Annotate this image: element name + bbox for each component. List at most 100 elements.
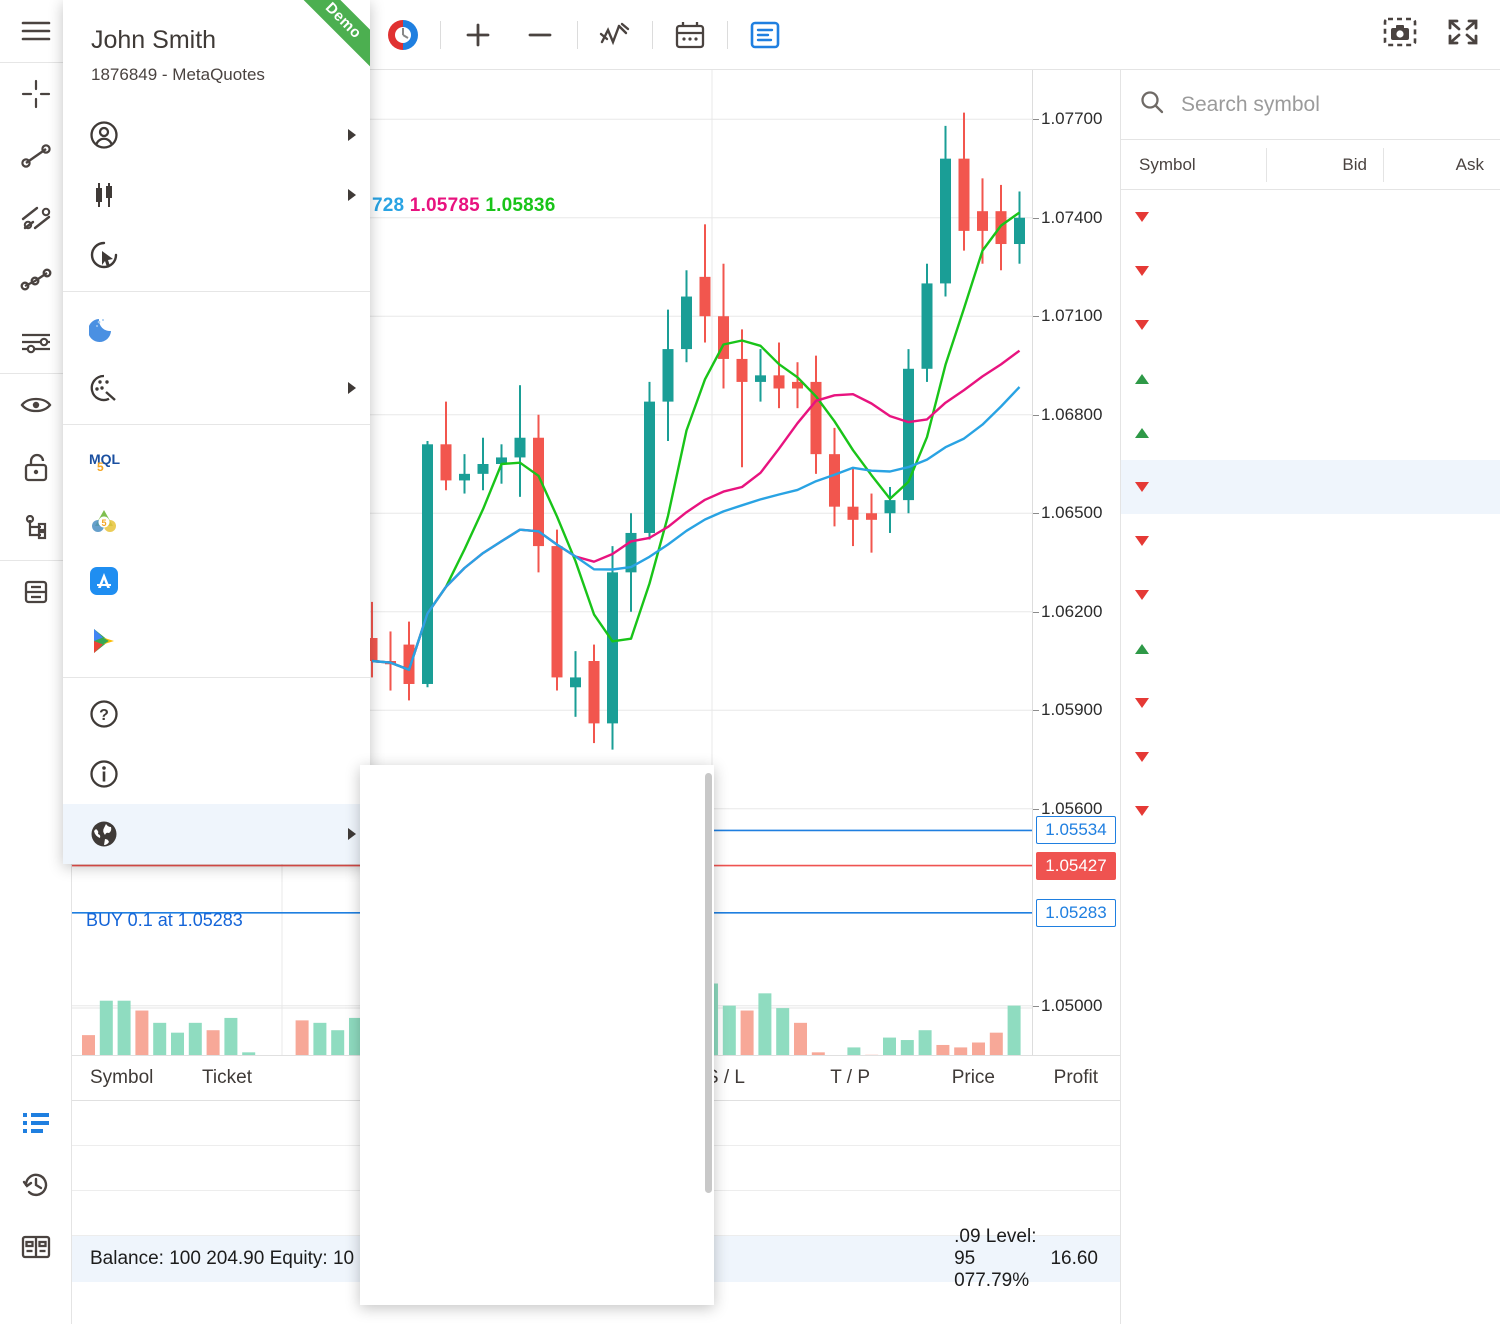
direction-dn-icon (1135, 212, 1149, 222)
language-scrollbar[interactable] (705, 773, 712, 1193)
price-axis[interactable]: 1.07700 1.07400 1.07100 1.06800 1.06500 1.062… (1032, 70, 1120, 1055)
language-option[interactable] (360, 1182, 714, 1242)
language-option[interactable] (360, 765, 714, 825)
price-label: 1.05000 (1041, 995, 1103, 1015)
history-clock-icon[interactable] (0, 1154, 72, 1216)
market-watch-row[interactable] (1121, 514, 1500, 568)
market-watch-row[interactable] (1121, 730, 1500, 784)
direction-dn-icon (1135, 752, 1149, 762)
price-label: 1.06200 (1041, 601, 1103, 621)
column-ask[interactable]: Ask (1383, 147, 1500, 182)
positions-list-icon[interactable] (0, 1092, 72, 1154)
language-option[interactable] (360, 1122, 714, 1182)
fullscreen-icon[interactable] (1446, 16, 1480, 53)
eye-icon[interactable] (0, 374, 72, 436)
menu-item-language[interactable] (63, 804, 370, 864)
market-watch-row[interactable] (1121, 460, 1500, 514)
language-option[interactable] (360, 1241, 714, 1301)
hamburger-menu-icon[interactable] (0, 0, 72, 62)
col-profit[interactable]: Profit (1005, 1067, 1120, 1089)
menu-item-dark-theme[interactable] (63, 298, 370, 358)
menu-item-iphone-ipad-appstore[interactable] (63, 551, 370, 611)
svg-text:5: 5 (97, 460, 104, 474)
zoom-in-icon[interactable] (447, 0, 509, 70)
moon-icon (89, 313, 135, 343)
symbol-cell (1121, 806, 1266, 816)
menu-item-android-google-play[interactable] (63, 611, 370, 671)
crosshair-icon[interactable] (0, 63, 72, 125)
column-bid[interactable]: Bid (1266, 147, 1383, 182)
market-watch-row[interactable] (1121, 244, 1500, 298)
indicators-icon[interactable] (584, 0, 646, 70)
lock-icon[interactable] (0, 436, 72, 498)
search-input[interactable] (1181, 92, 1486, 117)
menu-item-mql5-com[interactable]: MQL 5 (63, 431, 370, 491)
journal-book-icon[interactable] (0, 1216, 72, 1278)
market-watch-row[interactable] (1121, 676, 1500, 730)
price-tick (1033, 414, 1039, 416)
market-watch-row[interactable] (1121, 568, 1500, 622)
language-option[interactable] (360, 1063, 714, 1123)
language-option[interactable] (360, 825, 714, 885)
polyline-icon[interactable] (0, 249, 72, 311)
market-watch-row[interactable] (1121, 784, 1500, 838)
screenshot-icon[interactable] (1382, 16, 1418, 53)
appstore-icon (89, 566, 135, 596)
chevron-right-icon (348, 382, 356, 394)
language-option[interactable] (360, 884, 714, 944)
left-toolbar (0, 0, 72, 1324)
calendar-icon[interactable] (659, 0, 721, 70)
price-label: 1.06500 (1041, 503, 1103, 523)
ma-value-3: 1.05836 (485, 195, 556, 216)
language-option[interactable] (360, 944, 714, 1004)
market-watch-row[interactable] (1121, 352, 1500, 406)
new-order-icon[interactable] (372, 0, 434, 70)
column-symbol[interactable]: Symbol (1121, 155, 1266, 175)
menu-item-desktop-platform[interactable]: 5 (63, 491, 370, 551)
market-watch-row[interactable] (1121, 190, 1500, 244)
menu-item-chart-settings[interactable] (63, 165, 370, 225)
user-circle-icon (89, 120, 135, 150)
market-watch-row[interactable] (1121, 622, 1500, 676)
col-symbol[interactable]: Symbol (72, 1067, 192, 1089)
price-tick (1033, 710, 1039, 712)
price-badge-red[interactable]: 1.05427 (1036, 851, 1116, 880)
menu-item-shortcuts[interactable]: ? (63, 684, 370, 744)
col-price-current[interactable]: Price (880, 1067, 1005, 1089)
menu-item-one-click-trading[interactable] (63, 225, 370, 285)
direction-dn-icon (1135, 590, 1149, 600)
zoom-out-icon[interactable] (509, 0, 571, 70)
object-tree-icon[interactable] (0, 498, 72, 560)
language-option[interactable] (360, 1003, 714, 1063)
direction-dn-icon (1135, 266, 1149, 276)
menu-item-trading-accounts[interactable] (63, 105, 370, 165)
price-tick (1033, 513, 1039, 515)
market-watch-row[interactable] (1121, 298, 1500, 352)
language-submenu (360, 765, 714, 1305)
trendline-icon[interactable] (0, 125, 72, 187)
delete-objects-icon[interactable] (0, 561, 72, 623)
market-watch-row[interactable] (1121, 406, 1500, 460)
price-badge-blue[interactable]: 1.05534 (1036, 816, 1116, 845)
menu-item-color-templates[interactable] (63, 358, 370, 418)
svg-text:MQL: MQL (89, 451, 121, 467)
account-number: 1876849 - MetaQuotes (91, 65, 265, 84)
svg-text:?: ? (99, 707, 109, 724)
menu-account-header: Demo John Smith 1876849 - MetaQuotes (63, 0, 370, 105)
levels-icon[interactable] (0, 311, 72, 373)
price-tick (1033, 808, 1039, 810)
symbol-cell (1121, 644, 1266, 654)
symbol-cell (1121, 752, 1266, 762)
toolbar-divider-1 (440, 20, 441, 49)
menu-item-about-program[interactable] (63, 744, 370, 804)
col-ticket[interactable]: Ticket (192, 1067, 357, 1089)
chart-type-icon[interactable] (734, 0, 796, 70)
ma-value-2: 1.05785 (409, 195, 480, 216)
summary-level: .09 Level: 95 077.79% (954, 1226, 1037, 1291)
col-tp[interactable]: T / P (755, 1067, 880, 1089)
price-badge-blue[interactable]: 1.05283 (1036, 898, 1116, 927)
symbol-search-bar[interactable] (1121, 70, 1500, 140)
symbol-cell (1121, 536, 1266, 546)
parallel-channel-icon[interactable] (0, 187, 72, 249)
direction-up-icon (1135, 644, 1149, 654)
